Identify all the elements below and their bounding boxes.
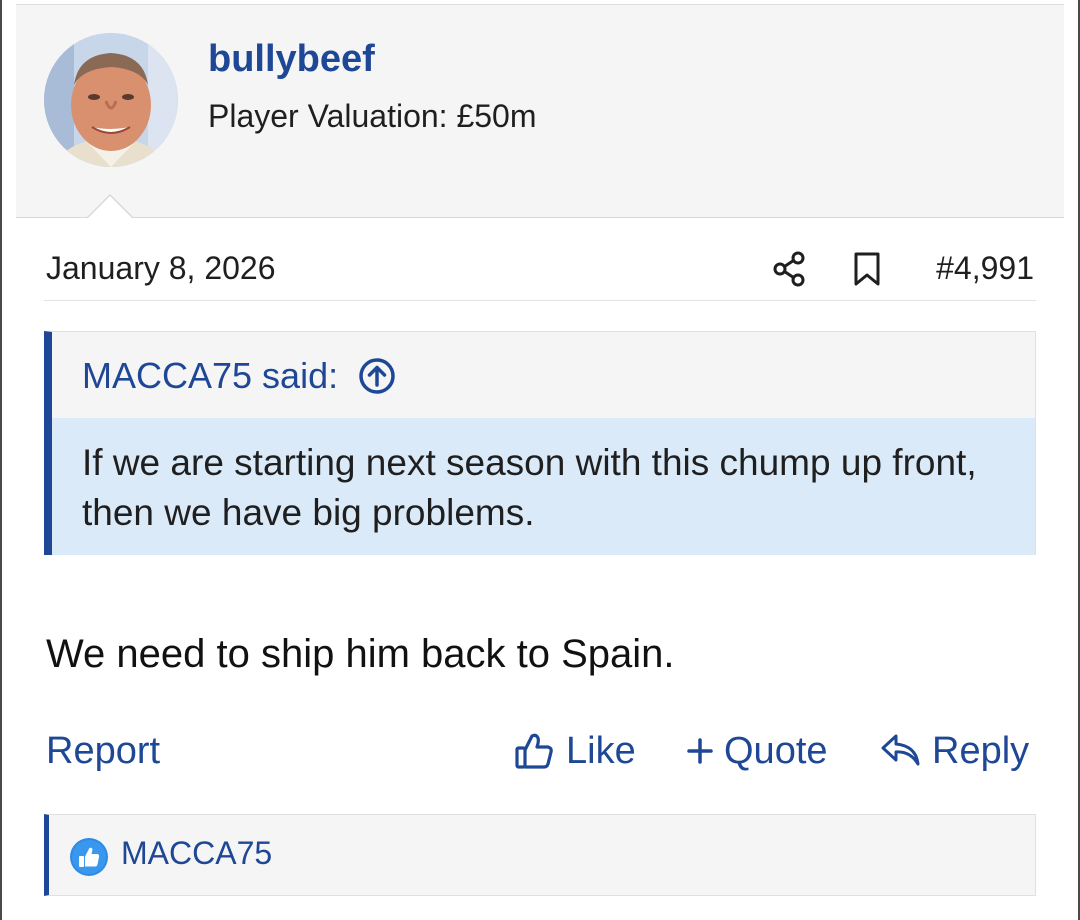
post-body-text: We need to ship him back to Spain. [46,632,675,676]
report-link[interactable]: Report [46,728,160,774]
reply-label[interactable]: Reply [932,730,1029,773]
quote-button[interactable]: Quote [686,728,828,774]
post-container: bullybeef Player Valuation: £50m January… [0,0,1080,920]
reply-button[interactable]: Reply [880,728,1029,774]
like-button[interactable]: Like [514,728,636,774]
quote-attribution[interactable]: MACCA75 said: [82,352,396,400]
report-label[interactable]: Report [46,730,160,773]
meta-divider [44,300,1036,301]
share-icon[interactable] [772,250,808,288]
author-username[interactable]: bullybeef [208,38,375,81]
post-number[interactable]: #4,991 [936,250,1034,287]
quote-block: MACCA75 said: If we are starting next se… [44,331,1036,555]
post-date[interactable]: January 8, 2026 [46,250,276,287]
quote-text: If we are starting next season with this… [52,418,1035,555]
plus-icon [687,738,713,764]
author-user-title: Player Valuation: £50m [208,98,537,134]
reply-arrow-icon [881,734,920,766]
avatar-photo [44,33,178,167]
go-to-original-icon[interactable] [358,357,396,395]
bookmark-icon[interactable] [852,250,882,288]
quote-label[interactable]: Quote [724,730,828,773]
frame-edge-left [0,0,2,920]
like-label[interactable]: Like [566,730,636,773]
like-reaction-icon [70,838,108,876]
reactions-bar[interactable]: MACCA75 [44,814,1036,896]
quote-attribution-text[interactable]: MACCA75 said: [82,355,338,397]
avatar[interactable] [44,33,178,167]
header-pointer-fill [88,196,132,218]
thumbs-up-icon [515,733,553,769]
reaction-users[interactable]: MACCA75 [121,835,272,872]
